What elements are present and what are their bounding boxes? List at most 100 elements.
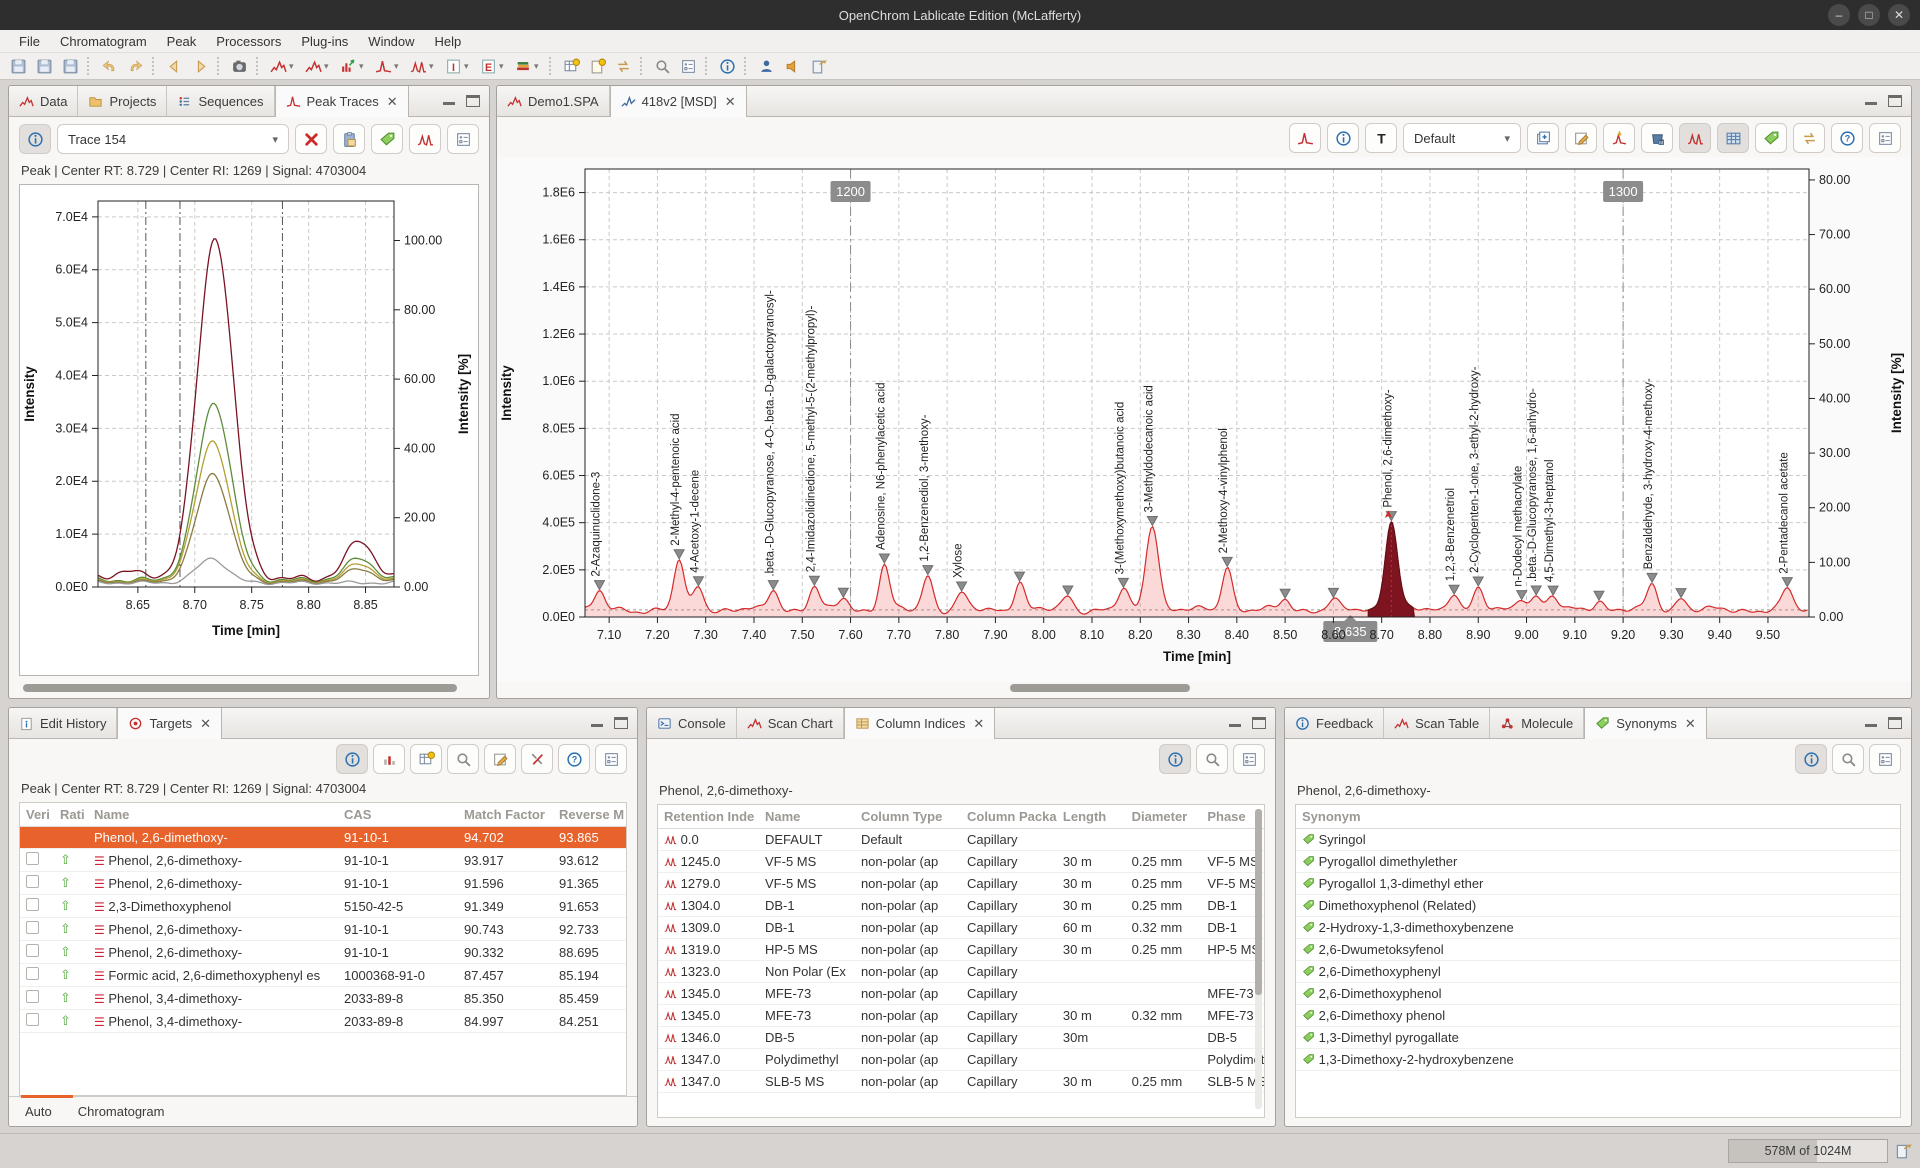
- trace-selector[interactable]: Trace 154 ▾: [57, 124, 289, 154]
- peaks-toggle-button[interactable]: [1679, 123, 1711, 153]
- peak-detect-button[interactable]: [1603, 123, 1635, 153]
- add-view-button[interactable]: [1527, 123, 1559, 153]
- add-column-button[interactable]: [410, 744, 442, 774]
- target-row[interactable]: Phenol, 2,6-dimethoxy-91-10-194.70293.86…: [20, 827, 627, 849]
- maximize-panel-icon[interactable]: [1888, 95, 1902, 107]
- targets-tab-targets[interactable]: Targets✕: [117, 708, 222, 739]
- column-indices-vscrollbar[interactable]: [1255, 809, 1262, 1109]
- synonym-row[interactable]: Pyrogallol 1,3-dimethyl ether: [1296, 873, 1900, 895]
- column-index-row[interactable]: 1279.0VF-5 MSnon-polar (apCapillary30 m0…: [658, 873, 1264, 895]
- column-header[interactable]: Diameter: [1126, 805, 1202, 829]
- info-button[interactable]: [715, 55, 739, 77]
- forward-button[interactable]: [188, 55, 212, 77]
- target-row[interactable]: ⇧☰ Phenol, 2,6-dimethoxy-91-10-190.33288…: [20, 941, 627, 964]
- scan-chart-button[interactable]: [301, 55, 325, 77]
- save-all-button[interactable]: [32, 55, 56, 77]
- column-header[interactable]: Column Packa: [961, 805, 1057, 829]
- intensity-i-button[interactable]: I: [441, 55, 465, 77]
- minimize-button[interactable]: –: [1828, 4, 1850, 26]
- transfer-button[interactable]: [611, 55, 635, 77]
- editor-tab-418v2-msd-[interactable]: 418v2 [MSD]✕: [610, 86, 747, 117]
- bottom-tab-chromatogram[interactable]: Chromatogram: [78, 1104, 165, 1119]
- column-index-row[interactable]: 1245.0VF-5 MSnon-polar (apCapillary30 m0…: [658, 851, 1264, 873]
- menu-window[interactable]: Window: [359, 32, 423, 51]
- menu-peak[interactable]: Peak: [158, 32, 206, 51]
- maximize-panel-icon[interactable]: [614, 717, 628, 729]
- column-index-row[interactable]: 1347.0SLB-5 MSnon-polar (apCapillary30 m…: [658, 1071, 1264, 1093]
- column-header[interactable]: Reverse M: [553, 803, 627, 827]
- tag-button[interactable]: [1755, 123, 1787, 153]
- verify-checkbox[interactable]: [26, 921, 39, 934]
- settings-button[interactable]: [447, 124, 479, 154]
- chevron-down-icon[interactable]: ▾: [464, 61, 474, 72]
- column-header[interactable]: Veri: [20, 803, 54, 827]
- left-tab-peak-traces[interactable]: Peak Traces✕: [275, 86, 409, 117]
- settings-button[interactable]: [595, 744, 627, 774]
- maximize-button[interactable]: □: [1858, 4, 1880, 26]
- search-button[interactable]: [650, 55, 674, 77]
- targets-tab-edit-history[interactable]: Edit History: [9, 708, 117, 738]
- column-index-row[interactable]: 1309.0DB-1non-polar (apCapillary60 m0.32…: [658, 917, 1264, 939]
- column-index-row[interactable]: 1346.0DB-5non-polar (apCapillary30mDB-5: [658, 1027, 1264, 1049]
- maximize-panel-icon[interactable]: [1888, 717, 1902, 729]
- intensity-e-button[interactable]: E: [476, 55, 500, 77]
- bar-chart-button[interactable]: [336, 55, 360, 77]
- close-icon[interactable]: ✕: [725, 94, 736, 110]
- synonyms-tab-synonyms[interactable]: Synonyms✕: [1584, 708, 1707, 739]
- user-button[interactable]: [754, 55, 778, 77]
- info-button[interactable]: [1159, 744, 1191, 774]
- display-mode-combo[interactable]: Default ▾: [1403, 123, 1521, 153]
- synonyms-tab-feedback[interactable]: Feedback: [1285, 708, 1384, 738]
- column-header[interactable]: Name: [759, 805, 855, 829]
- synonym-row[interactable]: 2,6-Dimethoxy phenol: [1296, 1005, 1900, 1027]
- verify-checkbox[interactable]: [26, 967, 39, 980]
- chevron-down-icon[interactable]: ▾: [499, 61, 509, 72]
- minimize-panel-icon[interactable]: [590, 717, 604, 729]
- chevron-down-icon[interactable]: ▾: [289, 61, 299, 72]
- column-index-row[interactable]: 1323.0Non Polar (Exnon-polar (apCapillar…: [658, 961, 1264, 983]
- column-header[interactable]: CAS: [338, 803, 458, 827]
- column-header[interactable]: Rati: [54, 803, 88, 827]
- console-tab-scan-chart[interactable]: Scan Chart: [737, 708, 844, 738]
- verify-checkbox[interactable]: [26, 852, 39, 865]
- column-index-row[interactable]: 1304.0DB-1non-polar (apCapillary30 m0.25…: [658, 895, 1264, 917]
- tag-button[interactable]: [371, 124, 403, 154]
- chevron-down-icon[interactable]: ▾: [359, 61, 369, 72]
- bucket-button[interactable]: [1641, 123, 1673, 153]
- menu-help[interactable]: Help: [426, 32, 471, 51]
- delete-trace-button[interactable]: [295, 124, 327, 154]
- close-icon[interactable]: ✕: [973, 716, 984, 732]
- chevron-down-icon[interactable]: ▾: [534, 61, 544, 72]
- clipboard-button[interactable]: [333, 124, 365, 154]
- minimize-panel-icon[interactable]: [442, 95, 456, 107]
- console-tab-console[interactable]: Console: [647, 708, 737, 738]
- library-button[interactable]: [511, 55, 535, 77]
- left-tab-projects[interactable]: Projects: [78, 86, 167, 116]
- reset-chart-button[interactable]: [1289, 123, 1321, 153]
- search-button[interactable]: [1832, 744, 1864, 774]
- preferences-button[interactable]: [676, 55, 700, 77]
- overlay-chart-button[interactable]: [266, 55, 290, 77]
- undo-button[interactable]: [97, 55, 121, 77]
- synonyms-tab-scan-table[interactable]: Scan Table: [1384, 708, 1490, 738]
- verify-checkbox[interactable]: [26, 944, 39, 957]
- synonyms-tab-molecule[interactable]: Molecule: [1490, 708, 1584, 738]
- target-row[interactable]: ⇧☰ Phenol, 2,6-dimethoxy-91-10-193.91793…: [20, 849, 627, 872]
- settings-button[interactable]: [1233, 744, 1265, 774]
- chart-info-button[interactable]: [1327, 123, 1359, 153]
- snapshot-button[interactable]: [227, 55, 251, 77]
- menu-processors[interactable]: Processors: [207, 32, 290, 51]
- verify-checkbox[interactable]: [26, 1013, 39, 1026]
- edit-button[interactable]: [484, 744, 516, 774]
- chevron-down-icon[interactable]: ▾: [394, 61, 404, 72]
- info-button[interactable]: [19, 124, 51, 154]
- target-row[interactable]: ⇧☰ 2,3-Dimethoxyphenol5150-42-591.34991.…: [20, 895, 627, 918]
- info-button[interactable]: [336, 744, 368, 774]
- back-button[interactable]: [162, 55, 186, 77]
- close-icon[interactable]: ✕: [1685, 716, 1696, 732]
- close-icon[interactable]: ✕: [200, 716, 211, 732]
- column-header[interactable]: Name: [88, 803, 338, 827]
- target-row[interactable]: ⇧☰ Phenol, 3,4-dimethoxy-2033-89-885.350…: [20, 987, 627, 1010]
- column-index-row[interactable]: 1319.0HP-5 MSnon-polar (apCapillary30 m0…: [658, 939, 1264, 961]
- heap-status[interactable]: 578M of 1024M: [1728, 1139, 1888, 1163]
